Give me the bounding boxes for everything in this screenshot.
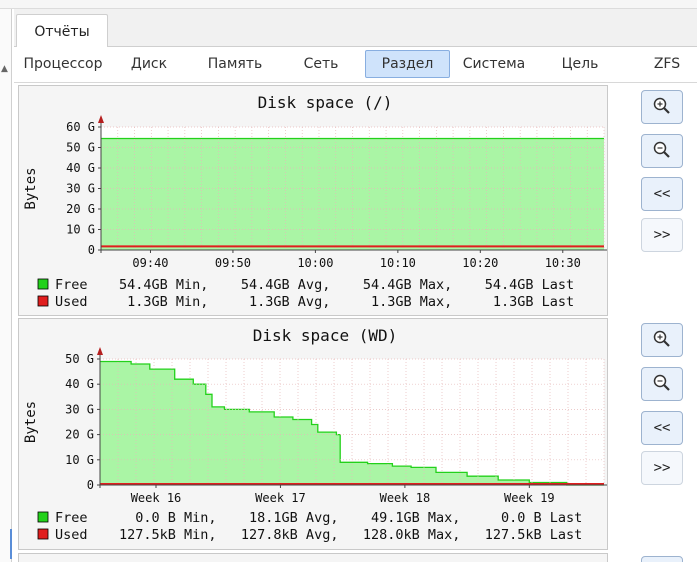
legend-swatch-used	[37, 528, 49, 540]
x-tick-label: Week 17	[255, 491, 306, 505]
y-tick-label: 40 G	[66, 161, 95, 175]
free-area	[101, 138, 604, 250]
disk-space-wd-chart: Disk space (WD)BytesRRDTOOL / TOBI OETIK…	[23, 326, 607, 543]
y-tick-label: 20 G	[66, 202, 95, 216]
nav-memory[interactable]: Память	[198, 50, 272, 78]
nav-disk[interactable]: Диск	[118, 50, 180, 78]
graph-panel-root: Disk space (/)BytesRRDTOOL / TOBI OETIKE…	[18, 85, 608, 316]
y-tick-label: 10 G	[65, 453, 94, 467]
graph-panel-3-partial	[18, 553, 608, 562]
legend-label-used: Used	[55, 527, 88, 543]
tab-bar: Отчёты	[14, 9, 697, 48]
zoom-out-button-2[interactable]	[641, 367, 683, 401]
y-tick-label: 10 G	[66, 223, 95, 237]
legend-swatch-free	[37, 278, 49, 290]
chart-title: Disk space (/)	[258, 93, 393, 112]
y-axis-label: Bytes	[23, 167, 39, 209]
nav-zfs[interactable]: ZFS	[644, 50, 690, 78]
legend-stats-free: 54.4GB Min, 54.4GB Avg, 54.4GB Max, 54.4…	[119, 277, 574, 293]
back-button-2[interactable]: <<	[641, 411, 683, 445]
nav-partition[interactable]: Раздел	[365, 50, 450, 78]
legend-stats-free: 0.0 B Min, 18.1GB Avg, 49.1GB Max, 0.0 B…	[119, 510, 582, 526]
zoom-in-button-3[interactable]	[641, 556, 683, 562]
zoom-in-icon	[653, 330, 670, 347]
y-tick-label: 30 G	[66, 182, 95, 196]
nav-network[interactable]: Сеть	[294, 50, 348, 78]
report-category-nav: Процессор Диск Память Сеть Раздел Систем…	[14, 47, 697, 83]
x-tick-label: Week 16	[131, 491, 182, 505]
chart-title: Disk space (WD)	[253, 326, 398, 345]
legend-stats-used: 127.5kB Min, 127.8kB Avg, 128.0kB Max, 1…	[119, 527, 582, 543]
x-tick-label: 10:00	[297, 256, 333, 270]
zoom-out-button-1[interactable]	[641, 134, 683, 168]
x-tick-label: Week 19	[504, 491, 555, 505]
y-tick-label: 30 G	[65, 402, 94, 416]
legend-label-free: Free	[55, 510, 88, 526]
y-tick-label: 40 G	[65, 377, 94, 391]
x-tick-label: 10:30	[545, 256, 581, 270]
tab-reports[interactable]: Отчёты	[16, 14, 108, 48]
x-tick-label: 10:20	[462, 256, 498, 270]
y-tick-label: 0	[87, 478, 94, 492]
y-tick-label: 60 G	[66, 120, 95, 134]
y-tick-label: 50 G	[65, 352, 94, 366]
zoom-in-button-1[interactable]	[641, 90, 683, 124]
forward-button-2[interactable]: >>	[641, 451, 683, 485]
y-tick-label: 20 G	[65, 428, 94, 442]
legend-swatch-free	[37, 511, 49, 523]
left-sidebar-strip: ▲	[0, 9, 12, 562]
y-tick-label: 50 G	[66, 141, 95, 155]
zoom-in-button-2[interactable]	[641, 323, 683, 357]
x-tick-label: 09:40	[132, 256, 168, 270]
legend-swatch-used	[37, 295, 49, 307]
x-tick-label: 10:10	[380, 256, 416, 270]
nav-processor[interactable]: Процессор	[20, 50, 106, 78]
disk-space-root-chart: Disk space (/)BytesRRDTOOL / TOBI OETIKE…	[23, 93, 607, 310]
y-axis-arrow	[97, 347, 103, 355]
x-tick-label: Week 18	[380, 491, 431, 505]
zoom-in-icon	[653, 97, 670, 114]
y-axis-arrow	[98, 115, 104, 123]
nav-target[interactable]: Цель	[554, 50, 606, 78]
collapse-arrow-icon[interactable]: ▲	[1, 64, 8, 74]
legend-stats-used: 1.3GB Min, 1.3GB Avg, 1.3GB Max, 1.3GB L…	[119, 294, 574, 310]
y-axis-label: Bytes	[23, 401, 39, 443]
scroll-indicator	[10, 529, 12, 559]
window-top-bar	[0, 0, 697, 9]
zoom-out-icon	[653, 141, 670, 158]
back-button-1[interactable]: <<	[641, 177, 683, 211]
legend-label-used: Used	[55, 294, 88, 310]
nav-system[interactable]: Система	[460, 50, 528, 78]
forward-button-1[interactable]: >>	[641, 218, 683, 252]
zoom-out-icon	[653, 374, 670, 391]
legend-label-free: Free	[55, 277, 88, 293]
x-tick-label: 09:50	[215, 256, 251, 270]
graph-panel-wd: Disk space (WD)BytesRRDTOOL / TOBI OETIK…	[18, 318, 608, 550]
y-tick-label: 0	[88, 243, 95, 257]
